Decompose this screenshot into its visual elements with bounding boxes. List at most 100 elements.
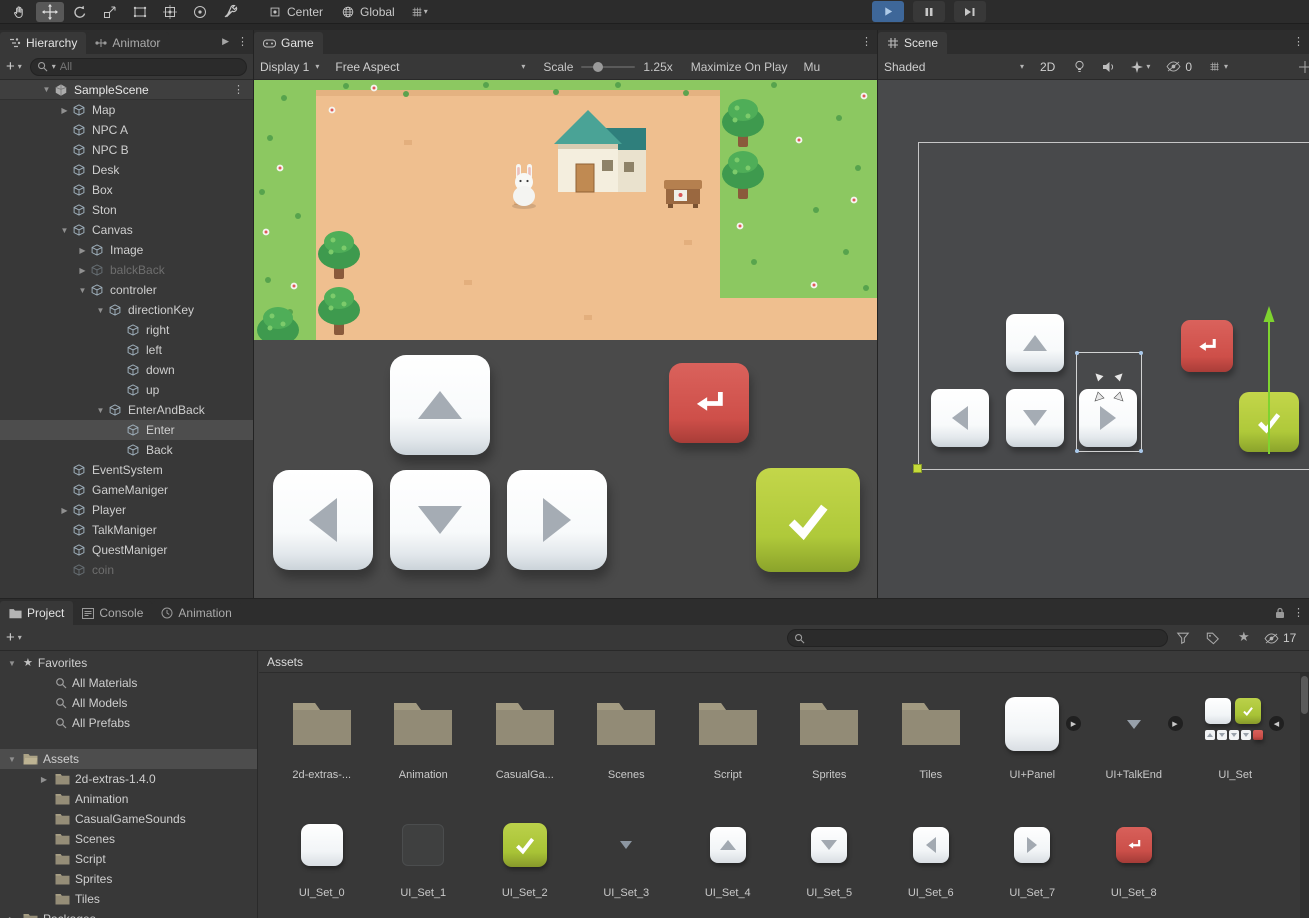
asset-item-scenes[interactable]: Scenes	[576, 689, 678, 781]
tab-animator[interactable]: Animator	[86, 32, 170, 54]
scale-tool-button[interactable]	[96, 2, 124, 22]
audio-toggle-icon[interactable]	[1102, 61, 1115, 73]
tab-game[interactable]: Game	[254, 32, 323, 54]
asset-item-ui-set-6[interactable]: UI_Set_6	[880, 821, 982, 899]
canvas-corner-handle[interactable]	[913, 464, 922, 473]
display-dropdown[interactable]: Display 1 ▾	[260, 60, 319, 74]
maximize-on-play-button[interactable]: Maximize On Play	[691, 60, 788, 74]
subasset-toggle[interactable]: ◀	[1269, 716, 1284, 731]
hierarchy-item-box[interactable]: Box	[0, 180, 253, 200]
game-confirm-key[interactable]	[756, 468, 860, 572]
scale-slider-knob[interactable]	[593, 61, 604, 72]
clipped-toolbar-icon[interactable]	[1297, 59, 1309, 75]
pause-button[interactable]	[913, 1, 945, 22]
panel-menu-icon[interactable]: ⋮	[861, 35, 872, 48]
hierarchy-item-right[interactable]: right	[0, 320, 253, 340]
hierarchy-item-eventsystem[interactable]: EventSystem	[0, 460, 253, 480]
hierarchy-item-balckback[interactable]: ▶ balckBack	[0, 260, 253, 280]
hierarchy-item-down[interactable]: down	[0, 360, 253, 380]
game-up-key[interactable]	[390, 355, 490, 455]
scene-enter-key[interactable]	[1181, 320, 1233, 372]
sidebar-item-casualgamesounds[interactable]: CasualGameSounds	[0, 809, 257, 829]
assets-scrollbar[interactable]	[1300, 673, 1309, 918]
game-enter-key[interactable]	[669, 363, 749, 443]
hierarchy-item-map[interactable]: ▶ Map	[0, 100, 253, 120]
move-tool-button[interactable]	[36, 1, 64, 22]
mute-audio-button[interactable]: Mu	[803, 60, 820, 74]
project-visibility-toggle[interactable]: 17	[1264, 631, 1296, 645]
hierarchy-item-samplescene[interactable]: ▼ SampleScene ⋮	[0, 80, 253, 100]
scene-viewport[interactable]	[878, 80, 1309, 598]
editor-tools-button[interactable]	[216, 2, 244, 22]
scrollbar-thumb[interactable]	[1301, 676, 1308, 714]
asset-item-ui-set-3[interactable]: UI_Set_3	[576, 821, 678, 899]
hierarchy-search-input[interactable]	[59, 60, 240, 73]
sidebar-item-assets[interactable]: ▼ Assets	[0, 749, 257, 769]
asset-item-ui-set-1[interactable]: UI_Set_1	[373, 821, 475, 899]
hierarchy-item-talkmaniger[interactable]: TalkManiger	[0, 520, 253, 540]
hierarchy-item-controler[interactable]: ▼ controler	[0, 280, 253, 300]
foldout-arrow[interactable]: ▶	[6, 915, 18, 918]
foldout-arrow[interactable]: ▶	[76, 266, 89, 275]
grid-snap-button[interactable]: ▾	[405, 2, 433, 22]
hierarchy-item-npc-a[interactable]: NPC A	[0, 120, 253, 140]
scale-slider[interactable]	[581, 61, 636, 72]
asset-item-ui-set-4[interactable]: UI_Set_4	[677, 821, 779, 899]
asset-item-ui-set-0[interactable]: UI_Set_0	[271, 821, 373, 899]
hierarchy-item-questmaniger[interactable]: QuestManiger	[0, 540, 253, 560]
sidebar-item-2d-extras-1-4-0[interactable]: ▶ 2d-extras-1.4.0	[0, 769, 257, 789]
foldout-arrow[interactable]: ▶	[58, 506, 71, 515]
hierarchy-item-gamemaniger[interactable]: GameManiger	[0, 480, 253, 500]
sidebar-item-packages[interactable]: ▶Packages	[0, 909, 257, 918]
step-button[interactable]	[954, 1, 986, 22]
foldout-arrow[interactable]: ▼	[94, 406, 107, 415]
asset-item-2d-extras-[interactable]: 2d-extras-...	[271, 689, 373, 781]
transform-tool-button[interactable]	[156, 2, 184, 22]
game-down-key[interactable]	[390, 470, 490, 570]
scene-options-icon[interactable]: ⋮	[233, 83, 253, 96]
game-right-key[interactable]	[507, 470, 607, 570]
asset-item-ui-set[interactable]: ◀ UI_Set	[1185, 689, 1287, 781]
breadcrumb[interactable]: Assets	[259, 651, 1309, 673]
project-search-input[interactable]	[809, 632, 1161, 644]
custom-tool-button[interactable]	[186, 2, 214, 22]
scene-up-key[interactable]	[1006, 314, 1064, 372]
sidebar-item-tiles[interactable]: Tiles	[0, 889, 257, 909]
save-search-star-icon[interactable]: ★	[1238, 629, 1250, 645]
rect-anchor-gizmo[interactable]	[1091, 369, 1127, 405]
tab-scene[interactable]: Scene	[878, 32, 948, 54]
hand-tool-button[interactable]	[6, 2, 34, 22]
search-by-type-icon[interactable]	[1176, 631, 1190, 645]
scene-grid-dropdown[interactable]: ▾	[1208, 60, 1228, 73]
toggle-2d-button[interactable]: 2D	[1040, 60, 1055, 74]
sidebar-item-all-materials[interactable]: All Materials	[0, 673, 257, 693]
sidebar-item-scenes[interactable]: Scenes	[0, 829, 257, 849]
move-y-axis-handle[interactable]	[1262, 304, 1276, 456]
hierarchy-item-image[interactable]: ▶ Image	[0, 240, 253, 260]
foldout-arrow[interactable]: ▶	[38, 775, 50, 784]
sidebar-item-all-models[interactable]: All Models	[0, 693, 257, 713]
sidebar-item-all-prefabs[interactable]: All Prefabs	[0, 713, 257, 733]
subasset-toggle[interactable]: ▶	[1167, 716, 1183, 731]
foldout-arrow[interactable]: ▼	[40, 85, 53, 94]
panel-menu-icon[interactable]: ⋮	[237, 35, 248, 48]
hierarchy-item-enter[interactable]: Enter	[0, 420, 253, 440]
tab-project[interactable]: Project	[0, 601, 74, 625]
scene-left-key[interactable]	[931, 389, 989, 447]
foldout-arrow[interactable]: ▼	[6, 755, 18, 764]
hierarchy-item-left[interactable]: left	[0, 340, 253, 360]
asset-item-animation[interactable]: Animation	[373, 689, 475, 781]
hierarchy-item-coin[interactable]: coin	[0, 560, 253, 580]
foldout-arrow[interactable]: ▼	[6, 659, 18, 668]
hierarchy-item-enterandback[interactable]: ▼ EnterAndBack	[0, 400, 253, 420]
hierarchy-item-up[interactable]: up	[0, 380, 253, 400]
scene-down-key[interactable]	[1006, 389, 1064, 447]
subasset-toggle[interactable]: ▶	[1066, 716, 1081, 731]
asset-item-tiles[interactable]: Tiles	[880, 689, 982, 781]
asset-item-ui-set-5[interactable]: UI_Set_5	[779, 821, 881, 899]
lighting-toggle-icon[interactable]	[1073, 60, 1086, 74]
asset-item-ui-set-7[interactable]: UI_Set_7	[982, 821, 1084, 899]
pivot-toggle-button[interactable]: Center	[260, 2, 331, 22]
tab-hierarchy[interactable]: Hierarchy	[0, 32, 87, 54]
asset-item-ui-set-2[interactable]: UI_Set_2	[474, 821, 576, 899]
